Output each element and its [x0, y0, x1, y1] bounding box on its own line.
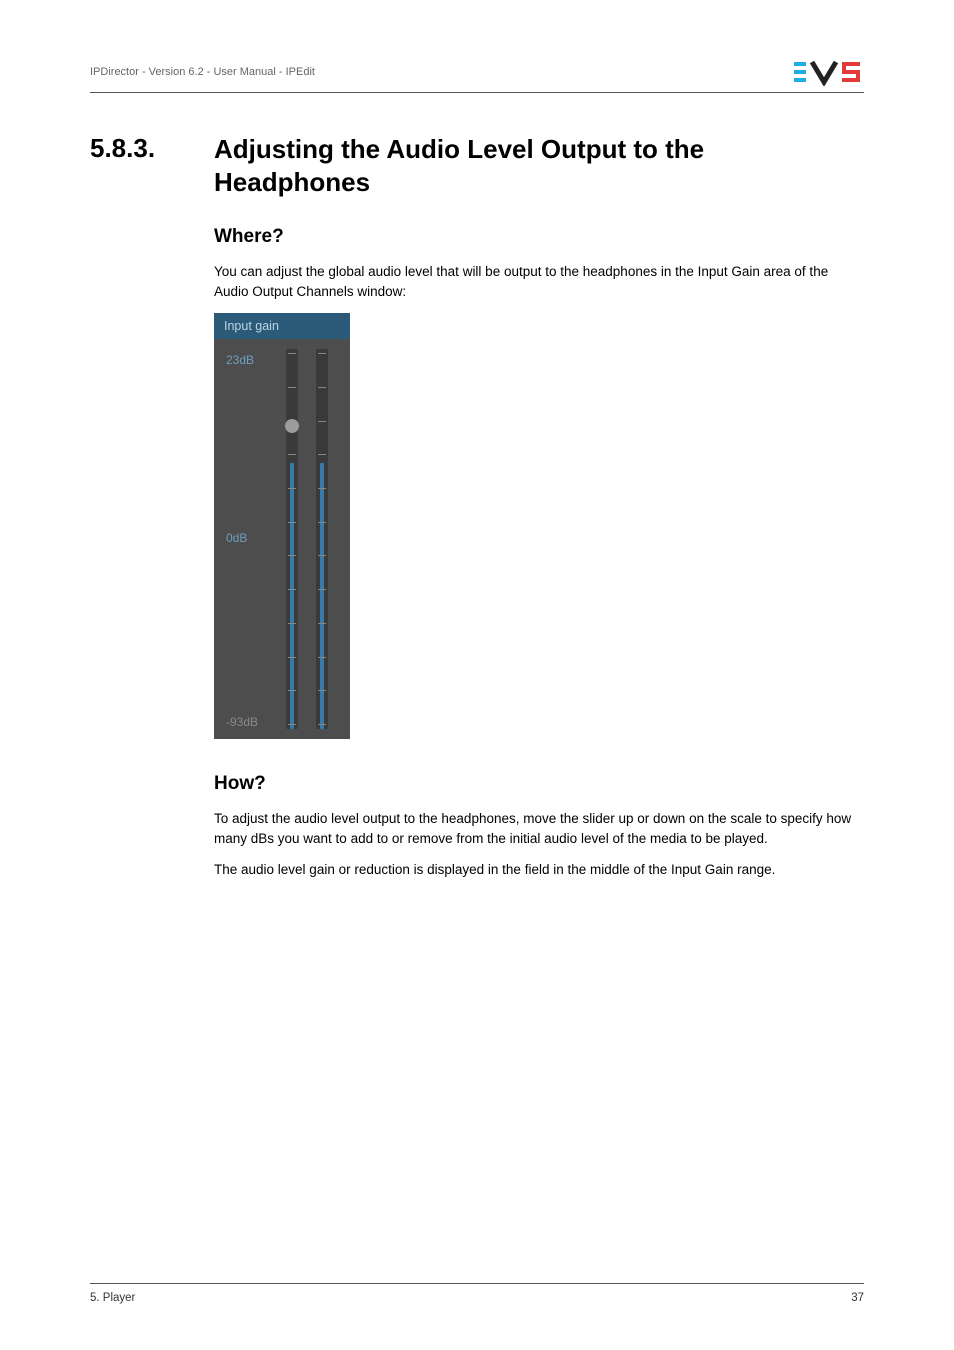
- divider: [90, 1283, 864, 1284]
- input-gain-panel: Input gain 23dB 0dB -93dB: [214, 313, 350, 739]
- footer-chapter: 5. Player: [90, 1292, 135, 1304]
- input-gain-header: Input gain: [214, 313, 350, 339]
- where-text: You can adjust the global audio level th…: [214, 262, 864, 301]
- gain-slider-left[interactable]: [286, 349, 298, 729]
- gain-slider-thumb[interactable]: [285, 419, 299, 433]
- how-p1: To adjust the audio level output to the …: [214, 809, 864, 848]
- gain-label-mid: 0dB: [226, 531, 247, 545]
- gain-label-top: 23dB: [226, 353, 254, 367]
- subheading-how: How?: [214, 773, 864, 795]
- section-number: 5.8.3.: [90, 133, 190, 892]
- how-p2: The audio level gain or reduction is dis…: [214, 860, 864, 880]
- divider: [90, 92, 864, 93]
- gain-slider-right[interactable]: [316, 349, 328, 729]
- section-title: Adjusting the Audio Level Output to the …: [214, 133, 864, 198]
- subheading-where: Where?: [214, 226, 864, 248]
- page-number: 37: [851, 1292, 864, 1304]
- breadcrumb: IPDirector - Version 6.2 - User Manual -…: [90, 66, 315, 78]
- gain-label-bottom: -93dB: [226, 715, 258, 729]
- evs-logo: [794, 58, 864, 86]
